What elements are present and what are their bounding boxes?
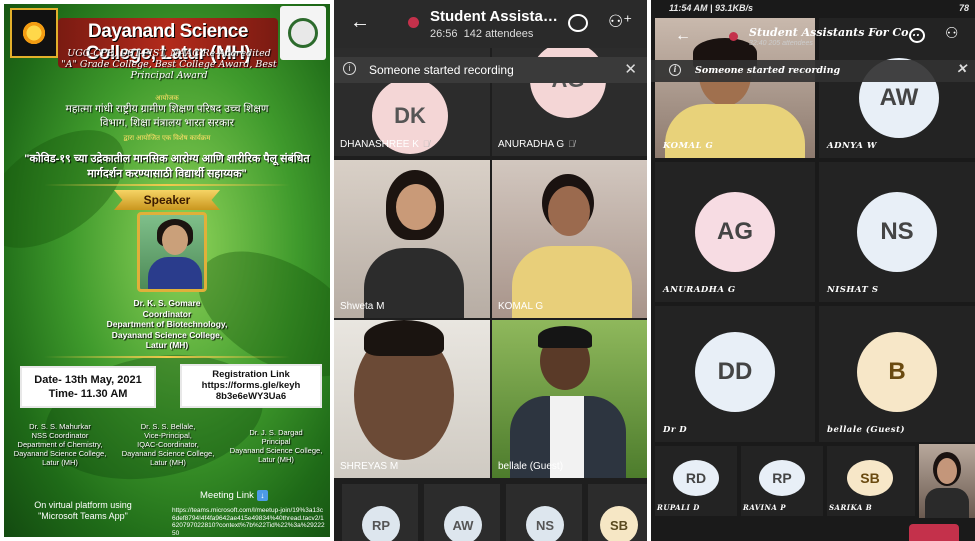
virtual-platform: On virtual platform using "Microsoft Team… — [34, 500, 132, 521]
participant-tile[interactable]: AW — [424, 484, 500, 541]
participant-tile[interactable]: DD Dr D — [655, 306, 815, 442]
registration-link-cont[interactable]: 8b3e6eWY3Ua6 — [182, 391, 320, 402]
participant-tile[interactable]: NS — [506, 484, 582, 541]
speaker-dept: Department of Biotechnology, — [106, 319, 228, 329]
event-date: Date- 13th May, 2021 — [34, 374, 142, 386]
teams-call-view-b: 11:54 AM | 93.1KB/s 78 KOMAL G AW ADNYA … — [651, 0, 975, 541]
registration-box[interactable]: Registration Link https://forms.gle/keyh… — [182, 366, 320, 406]
meeting-link-label: Meeting Link ↓ — [200, 490, 268, 501]
participant-tile[interactable]: RP — [342, 484, 418, 541]
meeting-title: Student Assistant... — [430, 8, 560, 25]
recording-banner: i Someone started recording ✕ — [334, 57, 647, 83]
participant-tile[interactable]: RD RUPALI D — [655, 446, 737, 516]
status-bar: 11:54 AM | 93.1KB/s 78 — [669, 3, 969, 13]
close-icon[interactable]: ✕ — [624, 60, 637, 78]
info-icon: i — [669, 64, 681, 76]
video-tile[interactable]: bellale (Guest) — [492, 320, 647, 478]
download-icon: ↓ — [256, 490, 268, 501]
poster-accreditation: UGC-CPE, DST-FIST, NAAC Re-Accredited "A… — [61, 48, 277, 81]
nss-logo — [280, 6, 326, 60]
topic-line-1: "कोविड-१९ च्या उद्रेकातील मानसिक आरोग्य … — [24, 153, 310, 165]
speaker-city: Latur (MH) — [145, 340, 189, 350]
participant-tile[interactable]: RP RAVINA P — [741, 446, 823, 516]
poster-topic: "कोविड-१९ च्या उद्रेकातील मानसिक आरोग्य … — [10, 152, 324, 182]
speaker-photo — [137, 212, 207, 292]
program-label: द्वारा आयोजित एक विशेष कार्यक्रम — [123, 135, 211, 142]
organizer-line-1: महात्मा गांधी राष्ट्रीय ग्रामीण शिक्षण प… — [65, 103, 269, 115]
date-time-box: Date- 13th May, 2021 Time- 11.30 AM — [22, 368, 154, 406]
event-time: Time- 11.30 AM — [48, 388, 128, 400]
mic-muted-icon: 🎙̸ — [422, 139, 430, 149]
info-icon: i — [343, 62, 356, 75]
people-icon[interactable]: ⚇ — [945, 24, 958, 42]
participant-tile[interactable]: SB SARIKA B — [827, 446, 915, 516]
registration-label: Registration Link — [212, 369, 290, 380]
speaker-banner: Speaker — [114, 190, 220, 210]
recording-banner: i Someone started recording ✕ — [651, 60, 975, 82]
speaker-name: Dr. K. S. Gomare — [133, 298, 201, 308]
back-arrow-icon[interactable]: ← — [350, 12, 370, 32]
participant-tile[interactable]: B bellale (Guest) — [819, 306, 975, 442]
back-arrow-icon[interactable]: ← — [675, 26, 691, 46]
self-view-tile[interactable] — [919, 444, 975, 518]
add-people-icon[interactable]: ⚇⁺ — [608, 12, 632, 32]
speaker-role: Coordinator — [142, 308, 192, 319]
registration-link[interactable]: https://forms.gle/keyh — [182, 380, 320, 391]
signatory-3: Dr. J. S. Dargad Principal Dayanand Scienc… — [229, 428, 323, 464]
participant-tile[interactable]: AG ANURADHA G — [655, 162, 815, 302]
video-tile[interactable]: SHREYAS M — [334, 320, 490, 478]
meeting-subtitle: 32:40 205 attendees — [749, 40, 813, 47]
meeting-url[interactable]: https://teams.microsoft.com/l/meetup-joi… — [172, 507, 326, 537]
chat-icon[interactable] — [909, 28, 925, 43]
video-tile[interactable]: Shweta M — [334, 160, 490, 318]
call-header: ← Student Assistant... 26:56 142 attende… — [334, 0, 647, 48]
participant-tile[interactable]: NS NISHAT S — [819, 162, 975, 302]
signatory-2: Dr. S. S. Bellale, Vice-Principal, IQAC-Co… — [121, 422, 215, 467]
screenshot-collage: Dayanand Science College, Latur (MH) UGC… — [0, 0, 975, 541]
end-call-button[interactable] — [909, 524, 959, 541]
mic-muted-icon: 🎙̸ — [568, 139, 575, 149]
chat-icon[interactable] — [568, 14, 588, 32]
call-header: ← Student Assistants For Co... 32:40 205… — [651, 20, 975, 54]
organizer-line-2: विभाग, शिक्षा मंत्रालय भारत सरकार — [99, 117, 235, 129]
college-logo — [10, 8, 58, 58]
speaker-details: Dr. K. S. Gomare Coordinator Department … — [64, 298, 270, 351]
speaker-college: Dayanand Science College, — [111, 329, 223, 340]
signatory-1: Dr. S. S. Mahurkar NSS Coordinator Departm… — [13, 422, 107, 467]
meeting-title: Student Assistants For Co... — [749, 26, 920, 39]
participant-tile[interactable]: SB — [588, 484, 647, 541]
topic-line-2: मार्गदर्शन करण्यासाठी विद्यार्थी सहाय्यक… — [87, 168, 247, 180]
meeting-subtitle: 26:56 142 attendees — [430, 28, 534, 40]
close-icon[interactable]: ✕ — [956, 62, 967, 77]
teams-call-view-a: DK DHANASHREE K🎙̸ AG ANURADHA G🎙̸ ← Stud… — [334, 0, 647, 541]
video-tile[interactable]: KOMAL G — [492, 160, 647, 318]
recording-icon — [729, 32, 738, 41]
event-poster: Dayanand Science College, Latur (MH) UGC… — [4, 4, 330, 537]
recording-icon — [408, 17, 419, 28]
